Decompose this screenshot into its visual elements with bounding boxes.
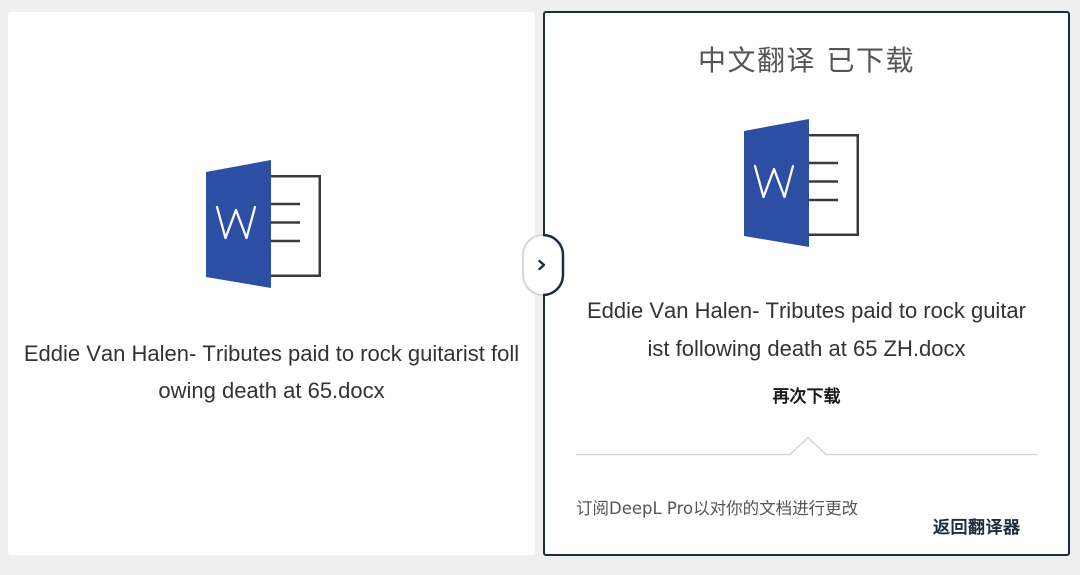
panel-toggle-button[interactable]: [521, 233, 565, 297]
toggle-shape: [522, 233, 565, 297]
download-again-link[interactable]: 再次下载: [773, 386, 841, 408]
translated-document-panel: 中文翻译 已下载 Eddie Van Halen- Tributes paid …: [543, 11, 1070, 556]
translated-filename: Eddie Van Halen- Tributes paid to rock g…: [586, 298, 1026, 361]
divider-line: [576, 436, 1038, 456]
back-to-translator-link[interactable]: 返回翻译器: [933, 517, 1021, 539]
source-filename: Eddie Van Halen- Tributes paid to rock g…: [23, 341, 520, 403]
document-page-outline: [269, 175, 321, 277]
word-document-icon: [206, 160, 321, 288]
subscribe-pro-link[interactable]: 订阅DeepL Pro以对你的文档进行更改: [576, 498, 858, 520]
notched-divider: [576, 436, 1038, 456]
download-complete-title: 中文翻译 已下载: [698, 44, 915, 77]
word-cover: [744, 119, 809, 247]
word-document-icon: [744, 119, 859, 247]
source-document-panel: Eddie Van Halen- Tributes paid to rock g…: [8, 12, 535, 555]
word-cover: [206, 160, 271, 288]
document-page-outline: [807, 134, 859, 236]
